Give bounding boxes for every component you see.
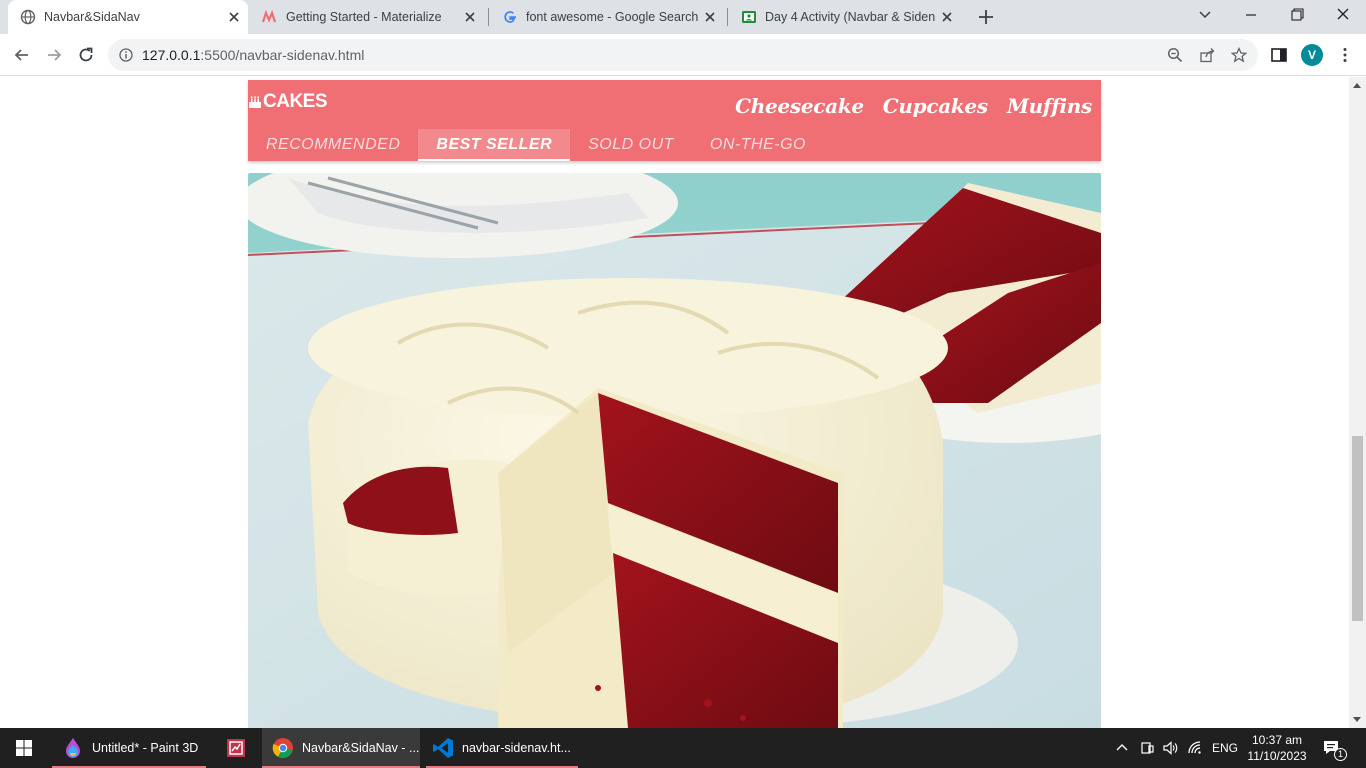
browser-tab-title: Navbar&SidaNav [44,10,140,24]
system-clock[interactable]: 10:37 am 11/10/2023 [1244,732,1310,764]
taskbar-item-label: Navbar&SidaNav - ... [302,741,420,755]
nav-link-cupcakes[interactable]: Cupcakes [883,94,988,118]
browser-toolbar: 127.0.0.1:5500/navbar-sidenav.html V [0,34,1366,76]
site-info-icon[interactable] [119,48,133,62]
zoom-icon[interactable] [1167,47,1183,63]
page-viewport: CAKES Cheesecake Cupcakes Muffins RECOMM… [0,77,1349,728]
close-window-icon[interactable] [1332,6,1354,24]
new-tab-icon[interactable] [977,8,995,26]
tab-search-chevron-icon[interactable] [1194,6,1216,24]
url-text: 127.0.0.1:5500/navbar-sidenav.html [142,47,364,63]
windows-logo-icon [16,740,32,756]
browser-tab-navbar-sidanav[interactable]: Navbar&SidaNav [8,0,248,34]
classroom-icon [742,11,756,23]
restore-icon[interactable] [1286,6,1308,24]
tab-separator [727,8,728,26]
chrome-icon [272,738,293,758]
notification-center-button[interactable]: 1 [1322,728,1347,768]
profile-avatar[interactable]: V [1301,44,1323,66]
presentation-app-icon [227,739,245,757]
tab-sold-out[interactable]: SOLD OUT [570,129,692,161]
taskbar-item-label: navbar-sidenav.ht... [462,741,571,755]
brand-text: CAKES [263,91,328,112]
scroll-up-arrow-icon[interactable] [1353,83,1361,88]
taskbar-item-vscode[interactable]: navbar-sidenav.ht... [426,728,578,768]
taskbar-item-presentation-app[interactable] [216,728,256,768]
browser-tab-materialize[interactable]: Getting Started - Materialize [250,0,488,34]
navbar-tabs: RECOMMENDED BEST SELLER SOLD OUT ON-THE-… [248,129,824,161]
clock-time: 10:37 am [1251,733,1303,747]
language-indicator[interactable]: ENG [1212,728,1238,768]
volume-icon[interactable] [1162,740,1178,756]
red-velvet-cake-photo [248,173,1101,728]
tab-recommended[interactable]: RECOMMENDED [248,129,418,161]
side-panel-icon[interactable] [1270,46,1288,64]
minimize-icon[interactable] [1240,6,1262,24]
scroll-down-arrow-icon[interactable] [1353,717,1361,722]
nav-links: Cheesecake Cupcakes Muffins [735,94,1092,118]
navbar: CAKES Cheesecake Cupcakes Muffins RECOMM… [248,80,1101,161]
birthday-cake-icon [249,96,261,108]
address-bar[interactable]: 127.0.0.1:5500/navbar-sidenav.html [108,39,1258,71]
scrollbar-thumb[interactable] [1352,436,1363,621]
taskbar-item-label: Untitled* - Paint 3D [92,741,199,755]
tab-separator [488,8,489,26]
reload-icon[interactable] [76,45,96,65]
browser-tab-title: font awesome - Google Search [526,10,699,24]
taskbar-item-chrome[interactable]: Navbar&SidaNav - ... [262,728,420,768]
vscode-icon [433,738,453,758]
taskbar-item-paint3d[interactable]: Untitled* - Paint 3D [52,728,206,768]
paint3d-icon [66,738,80,758]
close-tab-icon[interactable] [702,9,718,25]
tab-on-the-go[interactable]: ON-THE-GO [692,129,824,161]
brand-logo[interactable]: CAKES [248,91,328,113]
browser-tab-title: Getting Started - Materialize [286,10,442,24]
start-button[interactable] [0,728,48,768]
wifi-icon[interactable] [1187,740,1203,756]
share-icon[interactable] [1199,47,1215,63]
forward-arrow-icon[interactable] [44,45,64,65]
close-tab-icon[interactable] [226,9,242,25]
nav-link-muffins[interactable]: Muffins [1007,94,1092,118]
back-arrow-icon[interactable] [12,45,32,65]
globe-icon [20,9,36,25]
device-icon[interactable] [1139,740,1155,756]
browser-tab-strip: Navbar&SidaNav Getting Started - Materia… [0,0,1366,34]
page-scrollbar[interactable] [1349,77,1366,728]
show-hidden-icons-chevron-icon[interactable] [1114,740,1130,756]
more-menu-icon[interactable] [1336,46,1354,64]
browser-tab-google-search[interactable]: font awesome - Google Search [490,0,728,34]
close-tab-icon[interactable] [462,9,478,25]
bookmark-star-icon[interactable] [1231,47,1247,63]
close-tab-icon[interactable] [939,9,955,25]
browser-tab-title: Day 4 Activity (Navbar & Sidena [765,10,935,24]
materialize-icon [262,9,277,23]
clock-date: 11/10/2023 [1247,749,1307,763]
windows-taskbar: Untitled* - Paint 3D Navbar&SidaNav - ..… [0,728,1366,768]
browser-tab-classroom[interactable]: Day 4 Activity (Navbar & Sidena [729,0,967,34]
google-icon [504,11,516,23]
notification-badge: 1 [1334,748,1347,761]
nav-link-cheesecake[interactable]: Cheesecake [735,94,864,118]
tab-best-seller[interactable]: BEST SELLER [418,129,571,161]
url-path: :5500/navbar-sidenav.html [200,47,365,63]
url-host: 127.0.0.1 [142,47,201,63]
